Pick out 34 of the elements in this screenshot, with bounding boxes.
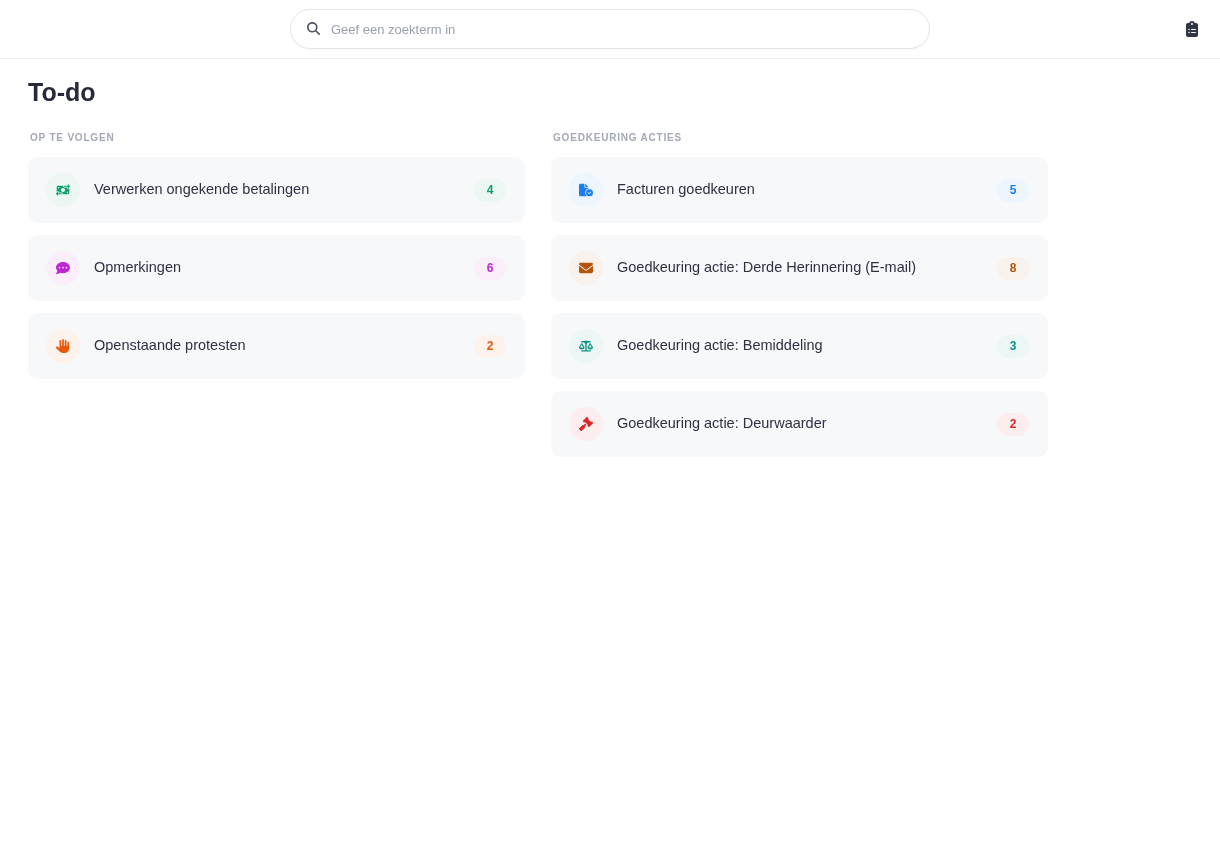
scales-icon: [569, 329, 603, 363]
search-field[interactable]: Geef een zoekterm in: [290, 9, 930, 49]
count-badge: 4: [474, 178, 506, 202]
todo-item[interactable]: Goedkeuring actie: Derde Herinnering (E-mail) 8: [551, 235, 1048, 301]
todo-item[interactable]: Opmerkingen 6: [28, 235, 525, 301]
todo-label: Goedkeuring actie: Derde Herinnering (E-mail): [617, 258, 916, 278]
todo-label: Opmerkingen: [94, 258, 182, 278]
envelope-icon: [569, 251, 603, 285]
todo-label: Goedkeuring actie: Deurwaarder: [617, 414, 827, 434]
search-icon: [307, 22, 320, 35]
count-badge: 5: [997, 178, 1029, 202]
todo-item[interactable]: Facturen goedkeuren 5: [551, 157, 1048, 223]
count-badge: 8: [997, 256, 1029, 280]
banknote-arrows-icon: [46, 173, 80, 207]
count-badge: 2: [997, 412, 1029, 436]
hand-icon: [46, 329, 80, 363]
page-title: To-do: [28, 77, 96, 108]
todo-label: Verwerken ongekende betalingen: [94, 180, 310, 200]
count-badge: 6: [474, 256, 506, 280]
todo-item[interactable]: Openstaande protesten 2: [28, 313, 525, 379]
todo-label: Openstaande protesten: [94, 336, 246, 356]
gavel-icon: [569, 407, 603, 441]
todo-item[interactable]: Goedkeuring actie: Bemiddeling 3: [551, 313, 1048, 379]
todo-item[interactable]: Goedkeuring actie: Deurwaarder 2: [551, 391, 1048, 457]
chat-bubble-icon: [46, 251, 80, 285]
file-check-icon: [569, 173, 603, 207]
todo-label: Goedkeuring actie: Bemiddeling: [617, 336, 823, 356]
todo-label: Facturen goedkeuren: [617, 180, 755, 200]
todo-item[interactable]: Verwerken ongekende betalingen 4: [28, 157, 525, 223]
clipboard-list-icon[interactable]: [1186, 21, 1198, 37]
count-badge: 3: [997, 334, 1029, 358]
section-heading: OP TE VOLGEN: [29, 131, 115, 145]
count-badge: 2: [474, 334, 506, 358]
section-heading: GOEDKEURING ACTIES: [552, 131, 683, 145]
